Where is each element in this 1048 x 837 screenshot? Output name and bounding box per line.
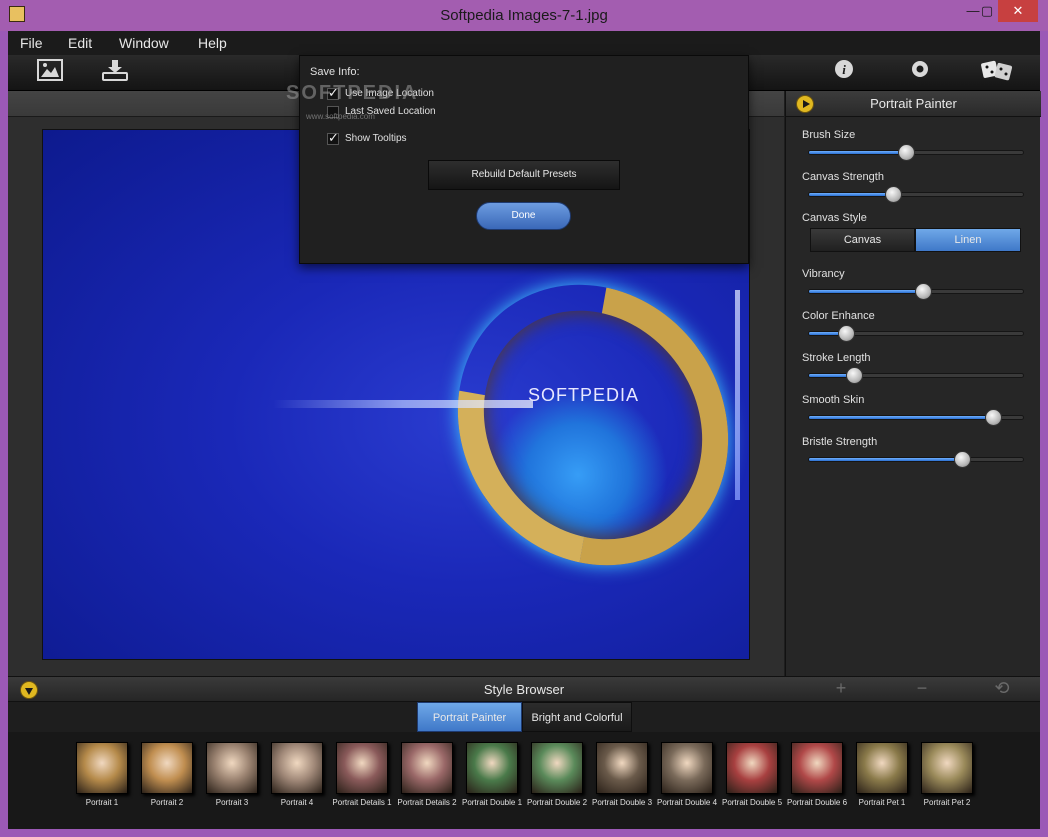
slider-knob[interactable] [984, 409, 1002, 426]
window-title: Softpedia Images-7-1.jpg [440, 7, 608, 24]
settings-icon[interactable] [906, 59, 934, 83]
slider-fill [809, 416, 993, 419]
image-streak [273, 400, 533, 408]
menu-window[interactable]: Window [119, 35, 169, 51]
done-button[interactable]: Done [476, 202, 571, 230]
canvas-style-label: Canvas Style [802, 212, 867, 224]
save-info-label: Save Info: [310, 66, 360, 78]
download-icon[interactable] [101, 59, 129, 83]
slider-fill [809, 193, 894, 196]
style-thumbnail[interactable] [791, 742, 843, 794]
stroke-length-label: Stroke Length [802, 352, 871, 364]
image-swirl [403, 231, 749, 619]
style-browser-title: Style Browser [483, 682, 565, 697]
style-thumbnail[interactable] [661, 742, 713, 794]
canvas-style-canvas-option[interactable]: Canvas [810, 228, 915, 252]
slider-knob[interactable] [837, 325, 855, 342]
slider-fill [809, 290, 924, 293]
stroke-length-slider[interactable] [808, 367, 1024, 384]
style-thumbnail-label: Portrait Double 3 [591, 798, 653, 807]
slider-knob[interactable] [885, 186, 903, 203]
canvas-style-linen-option[interactable]: Linen [915, 228, 1021, 252]
style-thumbnail-label: Portrait Pet 1 [858, 798, 906, 807]
canvas-strength-slider[interactable] [808, 186, 1024, 203]
menu-bar: File Edit Window Help [8, 31, 1040, 55]
add-style-icon[interactable]: + [829, 678, 853, 699]
style-thumbnail[interactable] [271, 742, 323, 794]
style-thumbnail[interactable] [401, 742, 453, 794]
title-bar: Softpedia Images-7-1.jpg — ▢ ✕ [0, 0, 1048, 31]
watermark-logo: SOFTPEDIA [286, 82, 419, 104]
reset-style-icon[interactable]: ⟲ [990, 678, 1014, 699]
rebuild-presets-button[interactable]: Rebuild Default Presets [428, 160, 620, 190]
slider-knob[interactable] [915, 283, 933, 300]
slider-knob[interactable] [898, 144, 916, 161]
style-tabs: Portrait Painter Bright and Colorful [8, 702, 1040, 732]
panel-title: Portrait Painter [870, 96, 957, 111]
menu-edit[interactable]: Edit [68, 35, 92, 51]
style-thumbnail[interactable] [206, 742, 258, 794]
style-thumbnail[interactable] [466, 742, 518, 794]
settings-panel: Portrait Painter Brush Size Canvas Stren… [785, 91, 1041, 676]
style-thumbnail[interactable] [921, 742, 973, 794]
watermark-url: www.softpedia.com [306, 112, 375, 121]
bristle-strength-label: Bristle Strength [802, 436, 878, 448]
vibrancy-slider[interactable] [808, 283, 1024, 300]
style-thumbnail[interactable] [596, 742, 648, 794]
style-thumbnail-label: Portrait 4 [280, 798, 314, 807]
svg-text:i: i [842, 62, 846, 77]
slider-fill [809, 458, 963, 461]
style-thumbnail[interactable] [76, 742, 128, 794]
slider-knob[interactable] [846, 367, 864, 384]
style-thumbnail-label: Portrait Pet 2 [923, 798, 971, 807]
close-button[interactable]: ✕ [998, 0, 1038, 22]
style-thumbnail-label: Portrait Double 4 [656, 798, 718, 807]
tab-bright-and-colorful[interactable]: Bright and Colorful [522, 702, 632, 732]
menu-help[interactable]: Help [198, 35, 227, 51]
panel-header: Portrait Painter [786, 91, 1041, 117]
preferences-popup: Save Info: ✓ Use Image Location Last Sav… [286, 55, 749, 264]
canvas-strength-label: Canvas Strength [802, 171, 884, 183]
slider-fill [809, 151, 907, 154]
slider-knob[interactable] [954, 451, 972, 468]
smooth-skin-slider[interactable] [808, 409, 1024, 426]
style-thumbnail-label: Portrait 3 [215, 798, 249, 807]
style-thumbnail[interactable] [726, 742, 778, 794]
menu-file[interactable]: File [20, 35, 43, 51]
style-thumbnail-label: Portrait Details 2 [397, 798, 457, 807]
color-enhance-slider[interactable] [808, 325, 1024, 342]
style-thumbnail[interactable] [856, 742, 908, 794]
show-tooltips-checkbox[interactable]: ✓ [327, 130, 339, 145]
dice-icon[interactable] [980, 59, 1014, 83]
style-thumbnail[interactable] [141, 742, 193, 794]
style-browser-header: Style Browser + − ⟲ [8, 676, 1040, 702]
check-icon: ✓ [328, 130, 339, 145]
style-thumbnail[interactable] [336, 742, 388, 794]
image-light-line [735, 290, 740, 500]
style-thumbnail[interactable] [531, 742, 583, 794]
style-thumbnail-label: Portrait Double 2 [526, 798, 588, 807]
style-thumbnail-label: Portrait Double 5 [721, 798, 783, 807]
show-tooltips-label: Show Tooltips [345, 133, 407, 144]
style-thumbnail-label: Portrait Double 1 [461, 798, 523, 807]
style-thumbnail-label: Portrait Double 6 [786, 798, 848, 807]
smooth-skin-label: Smooth Skin [802, 394, 865, 406]
style-thumbnail-label: Portrait Details 1 [332, 798, 392, 807]
image-icon[interactable] [36, 59, 64, 83]
style-thumbnail-label: Portrait 2 [150, 798, 184, 807]
image-overlay-text: SOFTPEDIA [528, 385, 640, 405]
color-enhance-label: Color Enhance [802, 310, 875, 322]
style-thumbnails: Portrait 1 Portrait 2 Portrait 3 Portrait 4… [8, 732, 1040, 829]
tab-portrait-painter[interactable]: Portrait Painter [417, 702, 522, 732]
brush-size-slider[interactable] [808, 144, 1024, 161]
style-thumbnail-label: Portrait 1 [85, 798, 119, 807]
remove-style-icon[interactable]: − [910, 678, 934, 699]
bristle-strength-slider[interactable] [808, 451, 1024, 468]
vibrancy-label: Vibrancy [802, 268, 845, 280]
info-icon[interactable]: i [830, 59, 858, 83]
brush-size-label: Brush Size [802, 129, 856, 141]
